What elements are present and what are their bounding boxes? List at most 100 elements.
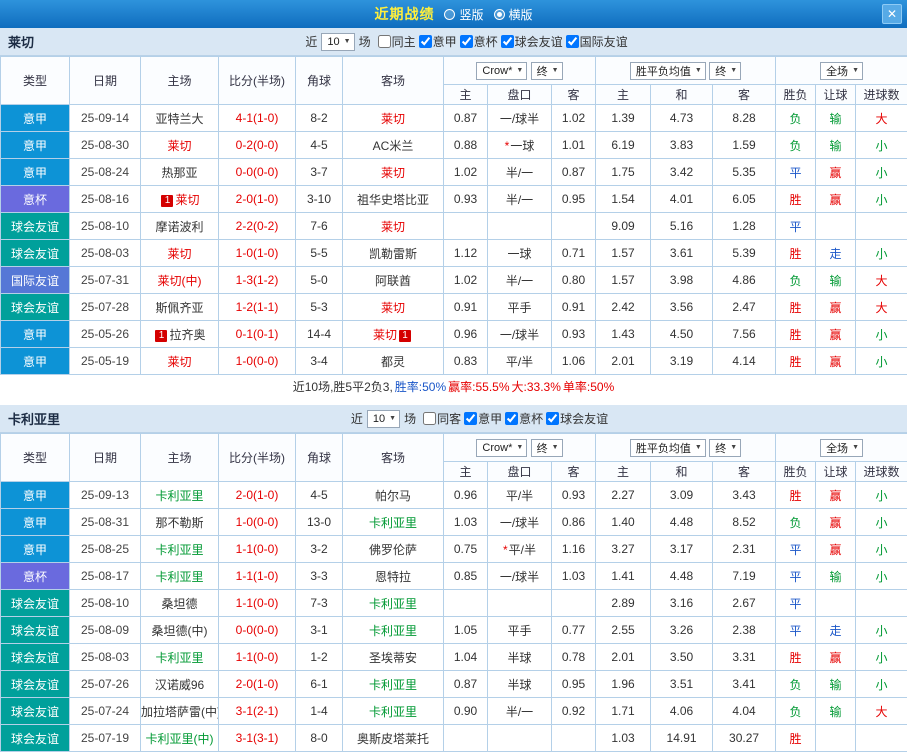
filter-checkbox[interactable]: 意甲 xyxy=(418,33,457,50)
home-team-cell: 亚特兰大 xyxy=(140,104,219,132)
wdl-cell: 胜 xyxy=(775,239,817,267)
checkbox-input[interactable] xyxy=(464,411,478,425)
filter-checkbox[interactable]: 意杯 xyxy=(505,410,543,427)
odds-away-cell: 0.71 xyxy=(550,239,597,267)
corner-cell: 8-2 xyxy=(295,104,343,132)
scope-select[interactable]: 全场 ▼ xyxy=(820,438,863,457)
avg-type-select[interactable]: 胜平负均值 ▼ xyxy=(629,61,706,80)
handicap-cell: 半球 xyxy=(487,643,552,671)
handicap-result-cell: 赢 xyxy=(815,320,857,348)
checkbox-input[interactable] xyxy=(546,411,560,425)
handicap-result-cell: 输 xyxy=(815,697,857,725)
checkbox-input[interactable] xyxy=(418,34,432,48)
league-cell: 意甲 xyxy=(0,320,70,348)
filter-checkbox[interactable]: 同主 xyxy=(377,33,416,50)
filter-checkbox[interactable]: 同客 xyxy=(423,410,461,427)
bookmaker-select[interactable]: Crow* ▼ xyxy=(476,438,528,457)
corner-cell: 1-4 xyxy=(295,697,343,725)
avg-home-cell: 1.75 xyxy=(595,158,652,186)
avg-home-cell: 1.03 xyxy=(595,724,652,752)
filter-checkbox[interactable]: 国际友谊 xyxy=(565,33,628,50)
bookmaker-value: Crow* xyxy=(482,441,513,454)
avg-group-header: 胜平负均值 ▼ 终 ▼ xyxy=(595,433,777,462)
avg-away-cell: 7.19 xyxy=(712,562,777,590)
league-cell: 意甲 xyxy=(0,158,70,186)
subcol-avg-away: 客 xyxy=(712,84,777,105)
checkbox-input[interactable] xyxy=(377,34,391,48)
bookmaker-select[interactable]: Crow* ▼ xyxy=(476,61,528,80)
wdl-cell: 平 xyxy=(775,616,817,644)
subcol-avg-draw: 和 xyxy=(650,84,714,105)
titlebar-center: 近期战绩 竖版 横版 xyxy=(0,4,907,24)
away-team-name: 佛罗伦萨 xyxy=(368,542,417,557)
match-count-select[interactable]: 10 ▼ xyxy=(321,32,355,51)
league-cell: 球会友谊 xyxy=(0,724,70,752)
handicap-cell: 半/一 xyxy=(487,697,552,725)
avg-home-cell: 1.39 xyxy=(595,104,652,132)
handicap-cell: 平手 xyxy=(487,616,552,644)
odds-stage-select[interactable]: 终 ▼ xyxy=(530,61,563,80)
odds-home-cell: 1.02 xyxy=(443,158,488,186)
handicap-result-cell: 输 xyxy=(815,266,857,294)
handicap-cell: 一/球半 xyxy=(487,104,552,132)
score-cell: 1-1(0-0) xyxy=(218,643,296,671)
away-team-cell: 都灵 xyxy=(342,347,444,375)
away-team-name: 帕尔马 xyxy=(374,488,411,503)
match-count-value: 10 xyxy=(372,412,386,425)
match-count-select[interactable]: 10 ▼ xyxy=(366,409,401,428)
odds-home-cell: 0.90 xyxy=(443,697,488,725)
filter-checkbox[interactable]: 意甲 xyxy=(464,410,502,427)
games-label: 场 xyxy=(404,412,417,426)
odds-home-cell xyxy=(443,212,488,240)
wdl-cell: 胜 xyxy=(775,320,817,348)
checkbox-label: 国际友谊 xyxy=(579,34,628,49)
score-cell: 0-1(0-1) xyxy=(218,320,296,348)
score-cell: 1-2(1-1) xyxy=(218,293,296,321)
checkbox-input[interactable] xyxy=(565,34,579,48)
col-header-corner: 角球 xyxy=(295,56,343,105)
odds-home-cell: 1.12 xyxy=(443,239,488,267)
chevron-down-icon: ▼ xyxy=(551,67,559,74)
avg-away-cell: 5.39 xyxy=(712,239,777,267)
home-team-name: 桑坦德(中) xyxy=(151,623,208,638)
avg-type-select[interactable]: 胜平负均值 ▼ xyxy=(629,438,706,457)
handicap-cell xyxy=(487,212,552,240)
chevron-down-icon: ▼ xyxy=(852,444,859,451)
avg-away-cell: 2.31 xyxy=(712,535,777,563)
close-button[interactable]: ✕ xyxy=(882,4,902,24)
avg-away-cell: 5.35 xyxy=(712,158,777,186)
home-team-name: 拉齐奥 xyxy=(169,327,206,342)
wdl-cell: 胜 xyxy=(775,724,817,752)
col-header-away: 客场 xyxy=(342,433,444,482)
date-cell: 25-08-09 xyxy=(69,616,141,644)
scope-select[interactable]: 全场 ▼ xyxy=(820,61,863,80)
home-team-cell: 1 莱切 xyxy=(140,185,219,213)
filter-checkbox[interactable]: 意杯 xyxy=(459,33,498,50)
chevron-down-icon: ▼ xyxy=(730,67,738,74)
away-team-cell: 祖华史塔比亚 xyxy=(342,185,444,213)
checkbox-input[interactable] xyxy=(423,411,437,425)
chevron-down-icon: ▼ xyxy=(730,444,738,451)
layout-vertical-radio[interactable]: 竖版 xyxy=(444,6,484,23)
checkbox-input[interactable] xyxy=(505,411,519,425)
goals-cell: 小 xyxy=(855,185,907,213)
avg-draw-cell: 4.01 xyxy=(650,185,714,213)
odds-stage-select[interactable]: 终 ▼ xyxy=(530,438,563,457)
avg-home-cell: 2.42 xyxy=(595,293,652,321)
avg-stage-select[interactable]: 终 ▼ xyxy=(709,61,742,80)
checkbox-input[interactable] xyxy=(500,34,514,48)
app: { "titlebar": { "title": "近期战绩", "radio_… xyxy=(0,0,907,752)
away-team-name: 奥斯皮塔莱托 xyxy=(356,731,429,746)
filter-checkbox[interactable]: 球会友谊 xyxy=(546,410,608,427)
avg-stage-select[interactable]: 终 ▼ xyxy=(709,438,742,457)
filter-checkbox[interactable]: 球会友谊 xyxy=(500,33,563,50)
avg-home-cell: 1.96 xyxy=(595,670,652,698)
summary-segment: 单率:50% xyxy=(562,379,615,394)
radio-selected-icon xyxy=(493,8,505,20)
checkbox-input[interactable] xyxy=(459,34,473,48)
handicap-result-cell: 输 xyxy=(815,131,857,159)
match-row: 意甲 25-08-31 那不勒斯 1-0(0-0) 13-0 卡利亚里 1.03 一/球半 0.… xyxy=(0,508,907,536)
home-team-name: 莱切 xyxy=(167,354,192,369)
layout-horizontal-radio[interactable]: 横版 xyxy=(493,6,533,23)
goals-cell: 大 xyxy=(855,293,907,321)
